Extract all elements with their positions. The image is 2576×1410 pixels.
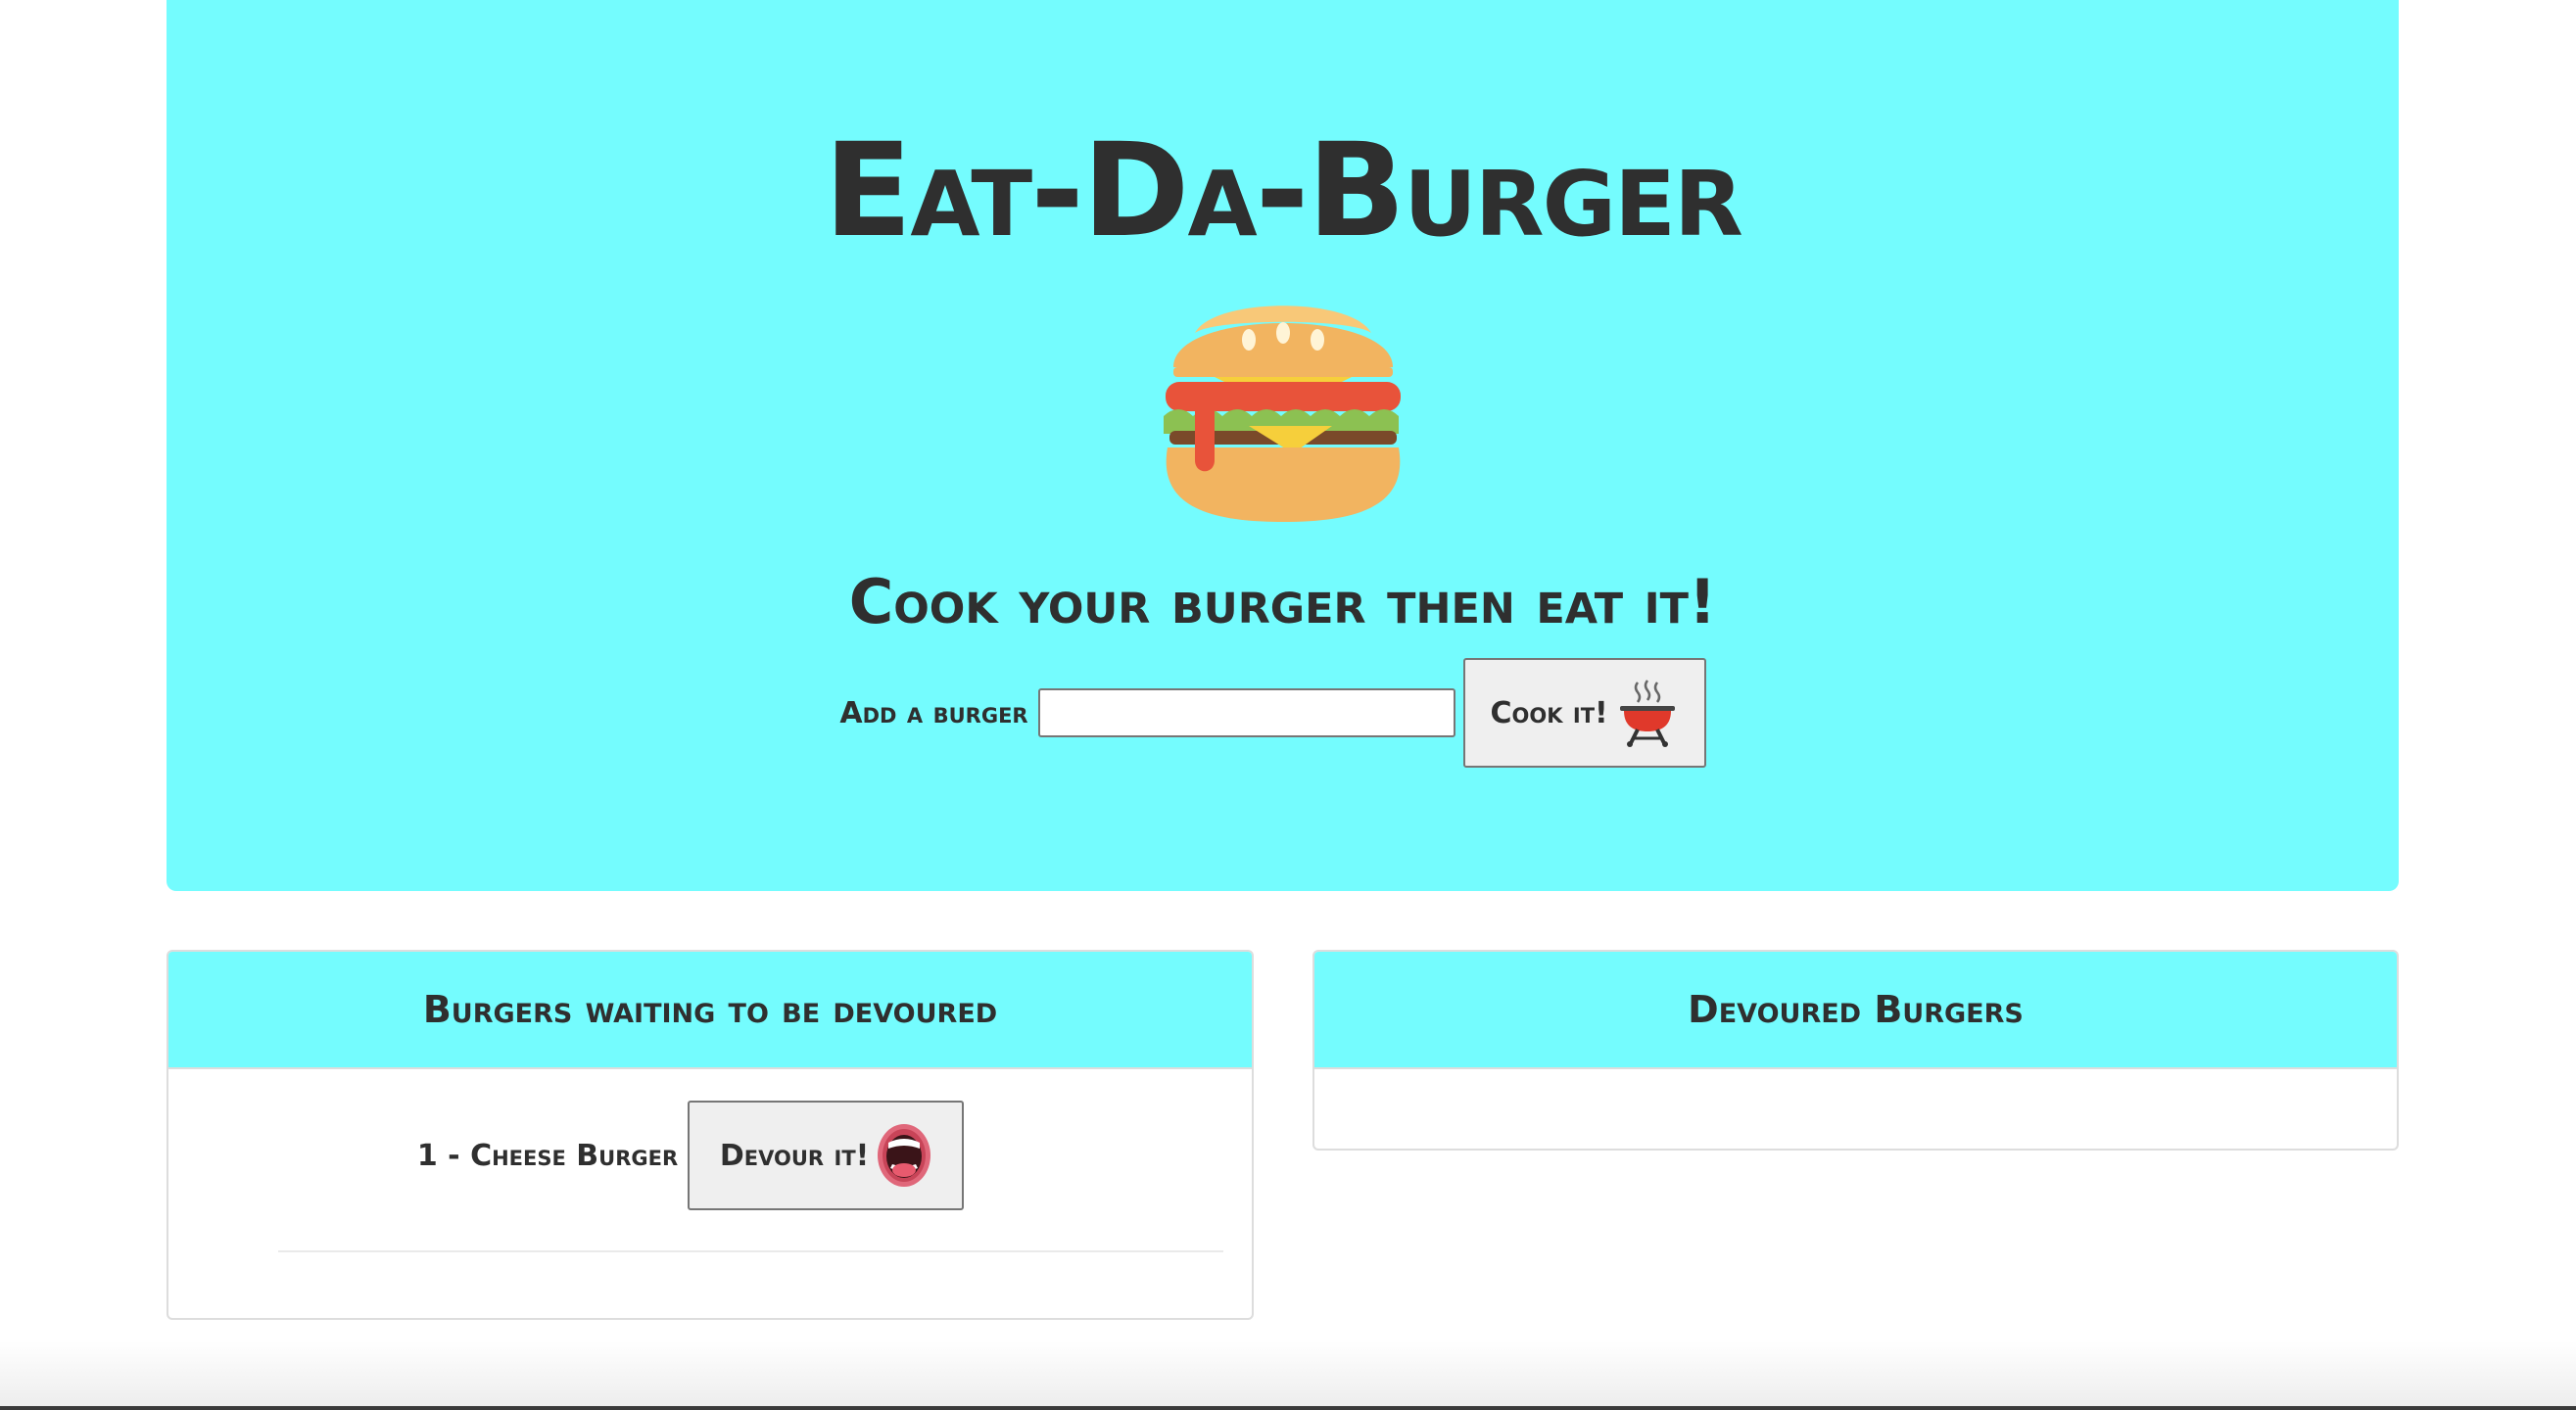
jumbotron: Eat-Da-Burger Cook your burger then eat … <box>167 0 2399 891</box>
page-bottom-edge <box>0 1406 2576 1410</box>
devoured-panel-title: Devoured Burgers <box>1314 952 2397 1069</box>
burger-item-label: 1 - Cheese Burger <box>416 1138 679 1173</box>
page-bottom-fade <box>0 1341 2576 1410</box>
grill-icon <box>1619 680 1675 747</box>
add-burger-label: Add a burger <box>839 695 1028 730</box>
devoured-burgers-panel: Devoured Burgers <box>1312 950 2399 1151</box>
burger-icon <box>1164 306 1401 522</box>
row-divider <box>278 1250 1223 1252</box>
burger-name-input[interactable] <box>1037 688 1455 737</box>
devour-button-label: Devour it! <box>719 1138 870 1173</box>
page-subtitle: Cook your burger then eat it! <box>848 566 1717 637</box>
devour-button[interactable]: Devour it! <box>688 1101 965 1210</box>
add-burger-form: Add a burger Cook it! <box>167 658 2399 768</box>
cook-button[interactable]: Cook it! <box>1462 658 1706 768</box>
open-mouth-icon <box>878 1124 931 1187</box>
waiting-panel-title: Burgers waiting to be devoured <box>168 952 1252 1069</box>
list-item: 1 - Cheese Burger Devour it! <box>168 1101 1252 1210</box>
waiting-burgers-panel: Burgers waiting to be devoured 1 - Chees… <box>167 950 1254 1320</box>
page-title: Eat-Da-Burger <box>824 116 1743 266</box>
cook-button-label: Cook it! <box>1490 695 1608 730</box>
